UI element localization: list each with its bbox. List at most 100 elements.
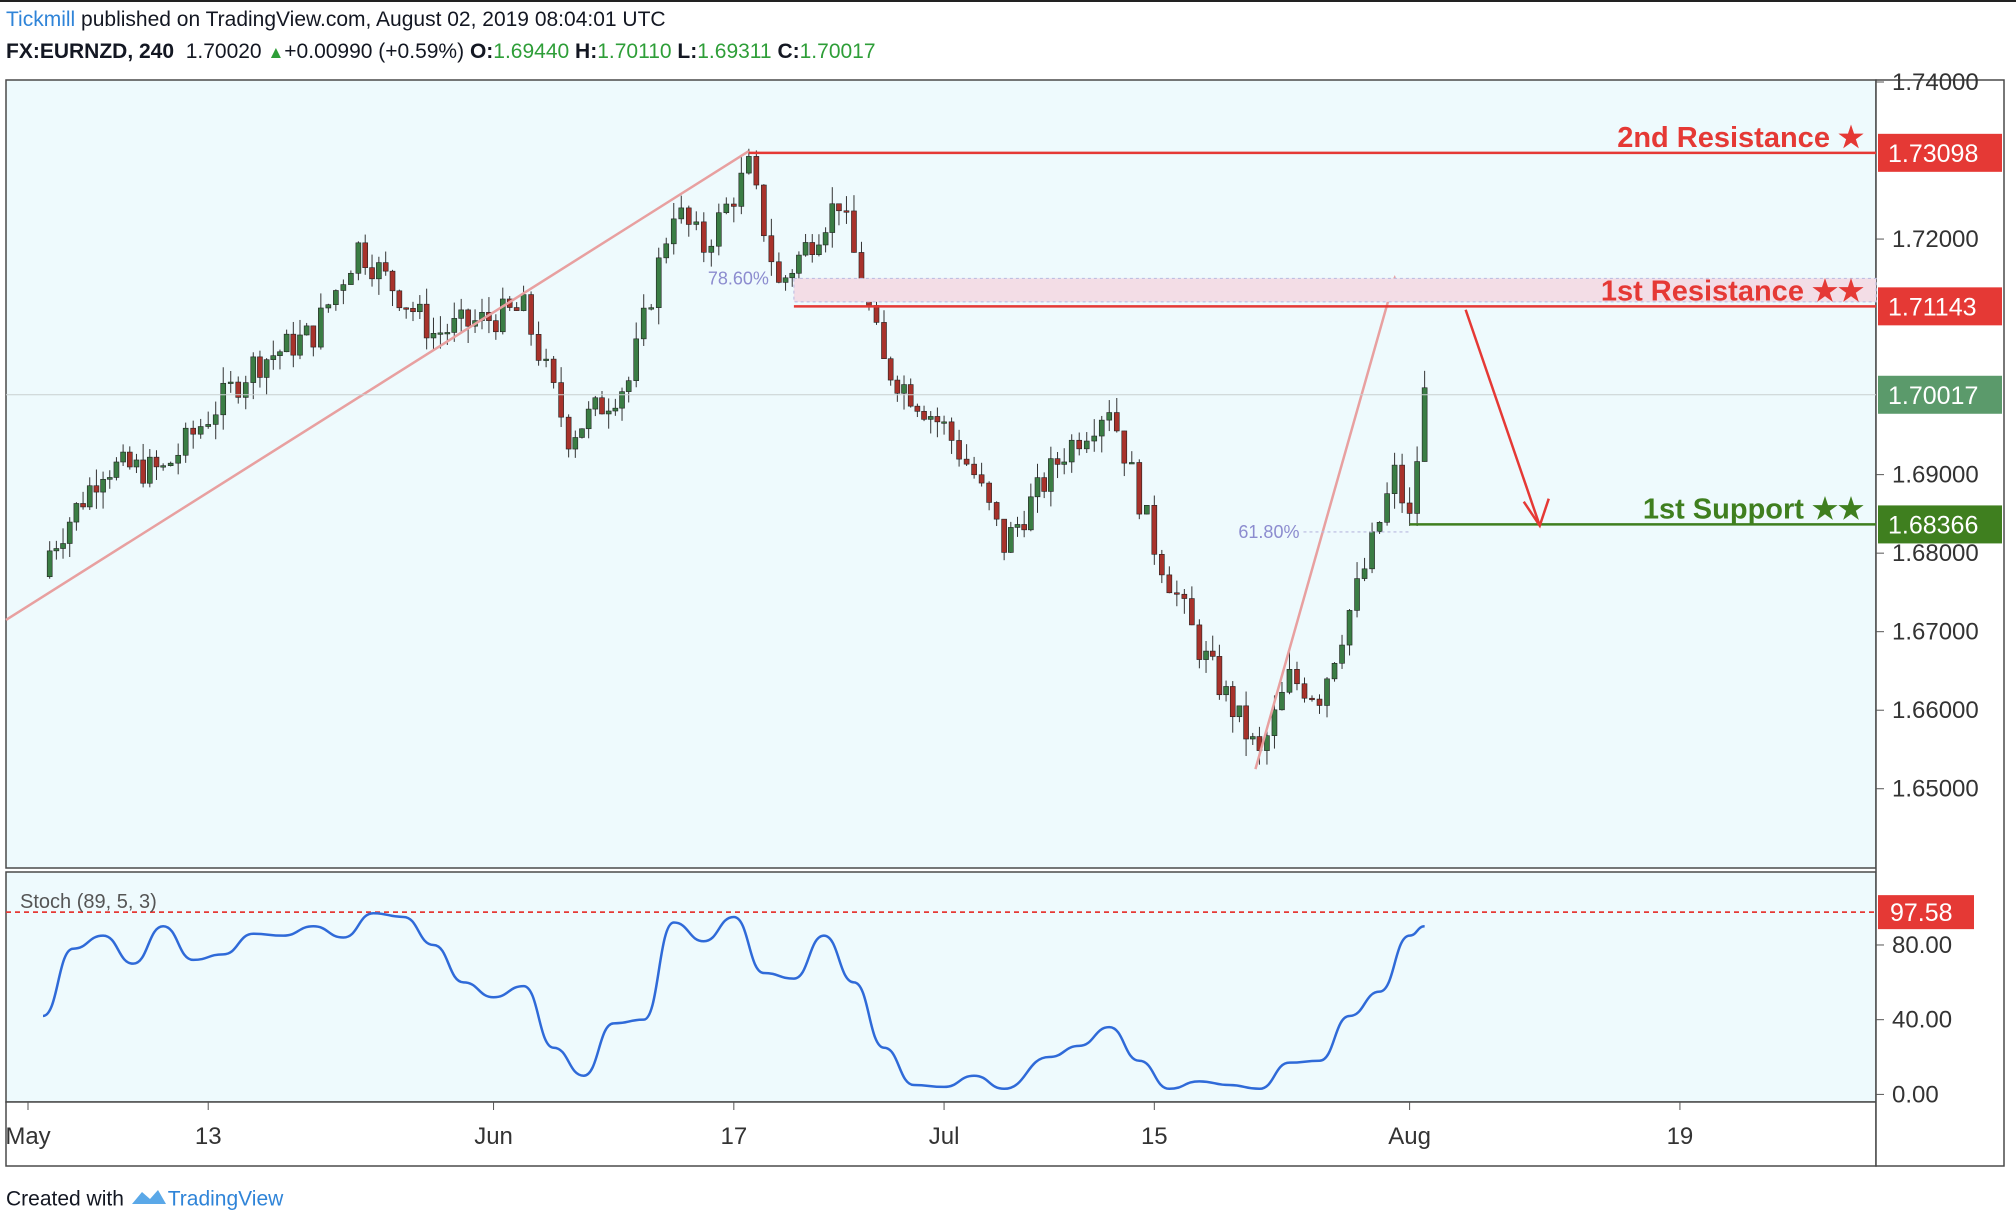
candle-body — [60, 543, 66, 549]
y-tick-label: 1.74000 — [1892, 69, 1979, 96]
candle-body — [716, 212, 722, 247]
candle-body — [1209, 650, 1216, 657]
candle-body — [410, 308, 416, 313]
candle-body — [396, 290, 403, 309]
candle-body — [723, 203, 730, 214]
candle-body — [212, 414, 219, 425]
x-tick-label: 15 — [1141, 1123, 1168, 1150]
candle-body — [1136, 462, 1143, 515]
candle-body — [93, 485, 100, 493]
candle-body — [1236, 705, 1243, 718]
candle-body — [1376, 522, 1383, 533]
candle-body — [423, 303, 430, 339]
candle-body — [670, 218, 677, 245]
candle-body — [1414, 461, 1420, 514]
fib-label: 78.60% — [708, 268, 769, 288]
candle-body — [978, 474, 985, 484]
candle-body — [836, 203, 842, 212]
candle-body — [376, 262, 382, 280]
candle-body — [297, 334, 303, 356]
candle-body — [1316, 698, 1323, 706]
candle-body — [465, 309, 471, 327]
candle-body — [1223, 686, 1229, 696]
candle-body — [303, 325, 310, 336]
chart-canvas: 1.74000 1.72000 1.69000 1.68000 1.67000 1.660… — [0, 0, 2016, 1167]
candle — [1151, 495, 1158, 565]
candle-body — [1034, 477, 1041, 498]
symbol-label[interactable]: FX:EURNZD, 240 — [6, 40, 174, 63]
candle-body — [1406, 502, 1413, 514]
candle-body — [46, 550, 53, 578]
candle-body — [986, 482, 992, 503]
candle-body — [263, 359, 270, 378]
candle-body — [1174, 592, 1180, 595]
candle-body — [1181, 593, 1188, 599]
candle-body — [1399, 464, 1405, 504]
publisher-link[interactable]: Tickmill — [6, 8, 75, 31]
candle — [753, 150, 760, 190]
candle-body — [612, 407, 619, 412]
candle-body — [1286, 669, 1293, 693]
candle-body — [167, 462, 174, 466]
candle-body — [822, 232, 829, 246]
candle-body — [1354, 578, 1360, 611]
candle-body — [270, 355, 277, 360]
candle-body — [927, 416, 934, 420]
candle-body — [993, 502, 1000, 520]
candle-body — [1189, 598, 1195, 626]
tradingview-logo-icon — [130, 1186, 168, 1214]
candle — [1331, 662, 1338, 682]
candle-body — [1243, 705, 1249, 740]
candle-body — [550, 358, 557, 383]
candle-body — [881, 322, 887, 360]
candle-body — [655, 257, 662, 308]
candle-body — [458, 309, 464, 319]
candle-body — [175, 454, 181, 464]
low-label: L: — [677, 40, 698, 63]
candle-body — [86, 485, 93, 508]
candle-body — [73, 503, 80, 523]
footer-credit: Created with TradingView — [6, 1186, 283, 1214]
level-badge-value: 1.71143 — [1888, 293, 1977, 321]
open-label: O: — [469, 40, 494, 63]
candle — [579, 428, 585, 439]
candle-body — [1203, 650, 1209, 660]
x-tick-label: 13 — [195, 1123, 222, 1150]
candle-body — [417, 303, 423, 313]
candle-body — [1091, 435, 1098, 442]
candle-body — [753, 156, 760, 186]
candle-body — [1106, 412, 1113, 421]
candle-body — [535, 334, 542, 361]
stoch-title: Stoch (89, 5, 3) — [20, 891, 157, 913]
candle-body — [277, 351, 283, 356]
x-tick-label: 19 — [1667, 1123, 1694, 1150]
candle-body — [829, 203, 836, 233]
candle-body — [776, 261, 782, 283]
candle-body — [1121, 430, 1128, 464]
candle-body — [325, 304, 332, 309]
tradingview-link[interactable]: TradingView — [168, 1188, 284, 1211]
candle-body — [619, 391, 625, 409]
candle-body — [802, 242, 809, 256]
candle-body — [1294, 669, 1300, 685]
open-value: 1.69440 — [493, 40, 570, 63]
level-badge-value: 1.68366 — [1888, 511, 1978, 539]
candle-body — [708, 245, 715, 253]
candle-body — [53, 548, 60, 552]
candle-body — [1361, 568, 1368, 579]
candle-body — [843, 210, 850, 213]
candle-body — [153, 456, 160, 468]
candle — [1136, 459, 1143, 520]
candle-body — [633, 338, 640, 381]
stoch-tick-label: 0.00 — [1892, 1081, 1939, 1108]
candle-body — [1061, 461, 1068, 465]
candle-body — [956, 440, 962, 460]
candle — [1144, 505, 1150, 515]
publish-info: Tickmill published on TradingView.com, A… — [6, 8, 666, 32]
candle-body — [663, 243, 670, 259]
candle-body — [1008, 527, 1014, 553]
candle-body — [907, 384, 914, 407]
candle-body — [1014, 524, 1021, 528]
candle-body — [1028, 496, 1034, 531]
stoch-tick-label: 80.00 — [1892, 932, 1952, 959]
